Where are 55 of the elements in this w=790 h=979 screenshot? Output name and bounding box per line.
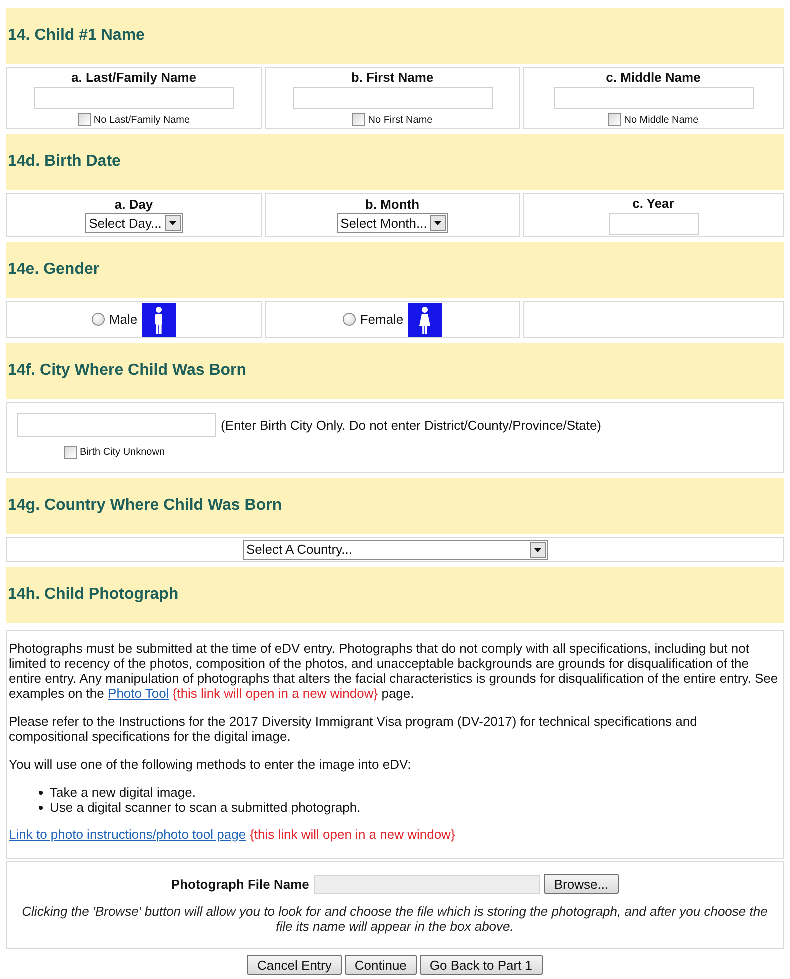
form-button[interactable]: Cancel Entry	[247, 955, 342, 975]
radio-label: Male	[109, 312, 138, 327]
section-heading: 14. Child #1 Name	[6, 8, 784, 64]
woman-figure-icon	[408, 302, 442, 336]
file-name-field[interactable]	[314, 874, 540, 894]
form-button[interactable]: Go Back to Part 1	[420, 955, 543, 975]
bullet-icon	[39, 806, 43, 810]
text-input-field[interactable]	[292, 86, 492, 108]
field-label: b. First Name	[351, 70, 434, 84]
checkbox-label: No Last/Family Name	[94, 114, 190, 126]
photo-tool-link[interactable]: Photo Tool	[108, 686, 170, 701]
new-window-note: {this link will open in a new window}	[250, 827, 456, 842]
field-label: b. Month	[365, 197, 420, 212]
radio-button[interactable]	[92, 313, 106, 326]
section-heading: 14f. City Where Child Was Born	[6, 343, 784, 399]
checkbox-label: No First Name	[368, 114, 433, 126]
browse-button[interactable]: Browse...	[544, 874, 619, 894]
checkbox[interactable]	[608, 113, 622, 126]
paragraph-text: You will use one of the following methods to enter the image into eDV:	[9, 757, 412, 772]
checkbox-label: Birth City Unknown	[80, 446, 166, 459]
paragraph-text: Please refer to the Instructions for the 2017 Diversity Immigrant Visa program (DV-2017) for technical specifications and compositional specifications for the digital image.	[9, 714, 698, 744]
list-item-text: Take a new digital image.	[50, 785, 196, 800]
select-dropdown[interactable]: Select A Country...	[242, 540, 548, 560]
section-heading: 14g. Country Where Child Was Born	[6, 478, 784, 534]
caret-icon[interactable]	[430, 215, 446, 231]
form-button[interactable]: Continue	[344, 955, 417, 975]
caret-icon[interactable]	[164, 215, 181, 231]
checkbox[interactable]	[352, 113, 366, 126]
input-hint-text: (Enter Birth City Only. Do not enter District/County/Province/State)	[221, 418, 602, 432]
field-label: c. Year	[632, 196, 674, 210]
bullet-icon	[39, 790, 43, 794]
field-label: a. Day	[114, 197, 154, 212]
text-input-field[interactable]	[554, 86, 754, 108]
paragraph-text: Photographs must be submitted at the time of eDV entry. Photographs that do not comply with all specifications, including but not limited to recency of the photos, composition of the photos, and unacceptable backgrounds are grounds for disqualification of the entire entry. Any manipulation of photographs that alters the facial characteristics is grounds for disqualification of the entire entry. See examples on the Photo Tool {this link will open in a new window} page.	[9, 641, 780, 701]
caret-icon[interactable]	[530, 542, 546, 558]
checkbox[interactable]	[78, 113, 91, 126]
radio-button[interactable]	[343, 313, 356, 326]
text-input-field[interactable]	[34, 86, 234, 108]
section-heading: 14d. Birth Date	[6, 134, 784, 190]
checkbox-label: No Middle Name	[624, 114, 699, 126]
field-label: a. Last/Family Name	[72, 70, 196, 84]
field-label: Photograph File Name	[171, 876, 310, 892]
photo-instructions-link[interactable]: Link to photo instructions/photo tool page	[9, 827, 246, 842]
select-dropdown[interactable]: Select Day...	[85, 213, 183, 233]
section-heading: 14e. Gender	[6, 242, 784, 298]
radio-label: Female	[360, 312, 404, 327]
checkbox[interactable]	[64, 446, 77, 458]
man-figure-icon	[142, 302, 176, 336]
field-label: c. Middle Name	[606, 70, 701, 84]
upload-help-text: Clicking the 'Browse' button will allow you to look for and choose the file which is storing the photograph, and after you choose the file its name will appear in the box above.	[21, 904, 769, 934]
section-heading: 14h. Child Photograph	[6, 567, 784, 623]
select-dropdown[interactable]: Select Month...	[336, 213, 448, 233]
list-item-text: Use a digital scanner to scan a submitted photograph.	[50, 800, 361, 815]
text-input-field[interactable]	[17, 413, 216, 437]
text-input-field[interactable]	[608, 212, 698, 234]
